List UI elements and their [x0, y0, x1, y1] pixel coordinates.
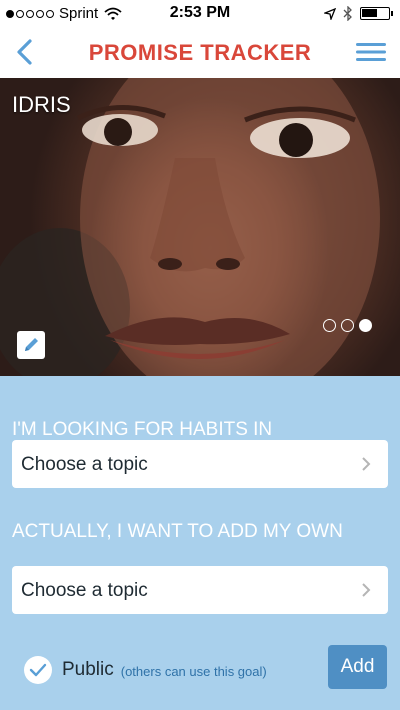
- location-arrow-icon: [324, 7, 336, 20]
- public-checkbox[interactable]: [24, 656, 52, 684]
- profile-photo[interactable]: IDRIS: [0, 78, 400, 376]
- habit-form: I'M LOOKING FOR HABITS IN Choose a topic…: [0, 376, 400, 710]
- checkmark-icon: [29, 663, 47, 677]
- chevron-right-icon: [362, 457, 371, 471]
- app-title: PROMISE TRACKER: [88, 40, 312, 65]
- habits-label: I'M LOOKING FOR HABITS IN: [12, 419, 273, 440]
- photo-page-dot[interactable]: [359, 319, 372, 332]
- topic-select-2[interactable]: Choose a topic: [12, 566, 388, 614]
- bluetooth-icon: [343, 6, 352, 21]
- hamburger-menu-icon[interactable]: [356, 42, 386, 62]
- public-label: Public: [62, 659, 114, 680]
- nav-bar: PROMISE TRACKER: [0, 28, 400, 78]
- photo-page-dot[interactable]: [341, 319, 354, 332]
- own-habit-label: ACTUALLY, I WANT TO ADD MY OWN: [12, 521, 343, 542]
- status-right: [324, 6, 393, 21]
- topic-select-1[interactable]: Choose a topic: [12, 440, 388, 488]
- battery-fill: [362, 9, 377, 17]
- photo-page-dot[interactable]: [323, 319, 336, 332]
- person-name: IDRIS: [12, 92, 71, 117]
- edit-photo-button[interactable]: [17, 331, 45, 359]
- add-button[interactable]: Add: [328, 645, 387, 689]
- battery-icon: [360, 7, 393, 20]
- topic-select-2-value: Choose a topic: [21, 580, 148, 601]
- chevron-right-icon: [362, 583, 371, 597]
- pencil-icon: [25, 338, 38, 351]
- public-hint: (others can use this goal): [120, 664, 267, 679]
- photo-page-indicator[interactable]: [323, 319, 372, 332]
- topic-select-1-value: Choose a topic: [21, 454, 148, 475]
- status-bar: Sprint 2:53 PM: [0, 0, 400, 28]
- public-row: Public (others can use this goal): [24, 656, 267, 684]
